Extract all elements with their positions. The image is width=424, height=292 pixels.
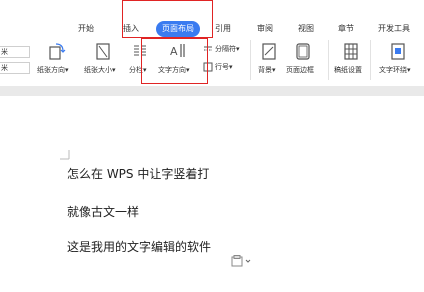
- document-canvas[interactable]: [0, 96, 424, 292]
- columns-label: 分栏: [129, 66, 143, 74]
- chevron-down-icon: ▾: [143, 66, 147, 74]
- columns-icon: [134, 45, 146, 56]
- paste-options-icon[interactable]: [231, 255, 253, 267]
- tab-review[interactable]: 审阅: [257, 21, 273, 37]
- page-border-icon: [296, 43, 310, 60]
- background-button[interactable]: 背景▾: [258, 65, 276, 75]
- text-direction-icon: A: [170, 44, 185, 58]
- orientation-button[interactable]: 纸张方向▾: [37, 65, 69, 75]
- line-numbers-label: 行号: [215, 63, 229, 71]
- text-direction-label: 文字方向: [158, 66, 186, 74]
- ribbon-tab-bar: 开始 插入 页面布局 引用 审阅 视图 章节 开发工具: [0, 0, 424, 38]
- paper-size-button[interactable]: 纸张大小▾: [84, 65, 116, 75]
- separator-label: 分隔符: [215, 45, 236, 53]
- tab-developer[interactable]: 开发工具: [378, 21, 410, 37]
- page-orientation-icon: [49, 43, 66, 60]
- ribbon-divider: [250, 40, 251, 80]
- line-numbers-button[interactable]: 行号▾: [215, 62, 233, 72]
- text-direction-button[interactable]: 文字方向▾: [158, 65, 190, 75]
- tab-section[interactable]: 章节: [338, 21, 354, 37]
- chevron-down-icon: ▾: [112, 66, 116, 74]
- page-border-button[interactable]: 页面边框: [286, 65, 314, 75]
- tab-page-layout[interactable]: 页面布局: [156, 21, 200, 37]
- chevron-down-icon: ▾: [272, 66, 276, 74]
- chevron-down-icon: ▾: [229, 63, 233, 71]
- margin-bottom-input[interactable]: 米: [0, 62, 30, 74]
- tab-references[interactable]: 引用: [215, 21, 231, 37]
- text-wrap-button[interactable]: 文字环绕▾: [379, 65, 411, 75]
- tab-view[interactable]: 视图: [298, 21, 314, 37]
- text-wrap-icon: [391, 43, 405, 60]
- orientation-label: 纸张方向: [37, 66, 65, 74]
- chevron-down-icon: ▾: [186, 66, 190, 74]
- text-wrap-label: 文字环绕: [379, 66, 407, 74]
- document-line-3[interactable]: 这是我用的文字编辑的软件: [67, 238, 211, 255]
- line-numbers-icon: [203, 62, 213, 72]
- margin-corner-mark: [60, 150, 70, 160]
- ribbon-divider: [328, 40, 329, 80]
- ruler-band: [0, 86, 424, 96]
- margin-top-input[interactable]: 米: [0, 46, 30, 58]
- chevron-down-icon: ▾: [236, 45, 240, 53]
- chevron-down-icon: ▾: [407, 66, 411, 74]
- document-line-1[interactable]: 怎么在 WPS 中让字竖着打: [67, 165, 209, 182]
- separator-icon: [204, 46, 212, 51]
- svg-text:A: A: [170, 45, 178, 58]
- paper-size-label: 纸张大小: [84, 66, 112, 74]
- page-background-icon: [262, 43, 276, 60]
- tab-home[interactable]: 开始: [78, 21, 94, 37]
- manuscript-icon: [344, 43, 358, 60]
- tab-insert[interactable]: 插入: [123, 21, 139, 37]
- ribbon-divider: [370, 40, 371, 80]
- columns-button[interactable]: 分栏▾: [129, 65, 147, 75]
- paper-size-icon: [96, 43, 110, 60]
- chevron-down-icon: ▾: [65, 66, 69, 74]
- separator-button[interactable]: 分隔符▾: [215, 44, 240, 54]
- manuscript-settings-button[interactable]: 稿纸设置: [334, 65, 362, 75]
- document-line-2[interactable]: 就像古文一样: [67, 203, 139, 220]
- background-label: 背景: [258, 66, 272, 74]
